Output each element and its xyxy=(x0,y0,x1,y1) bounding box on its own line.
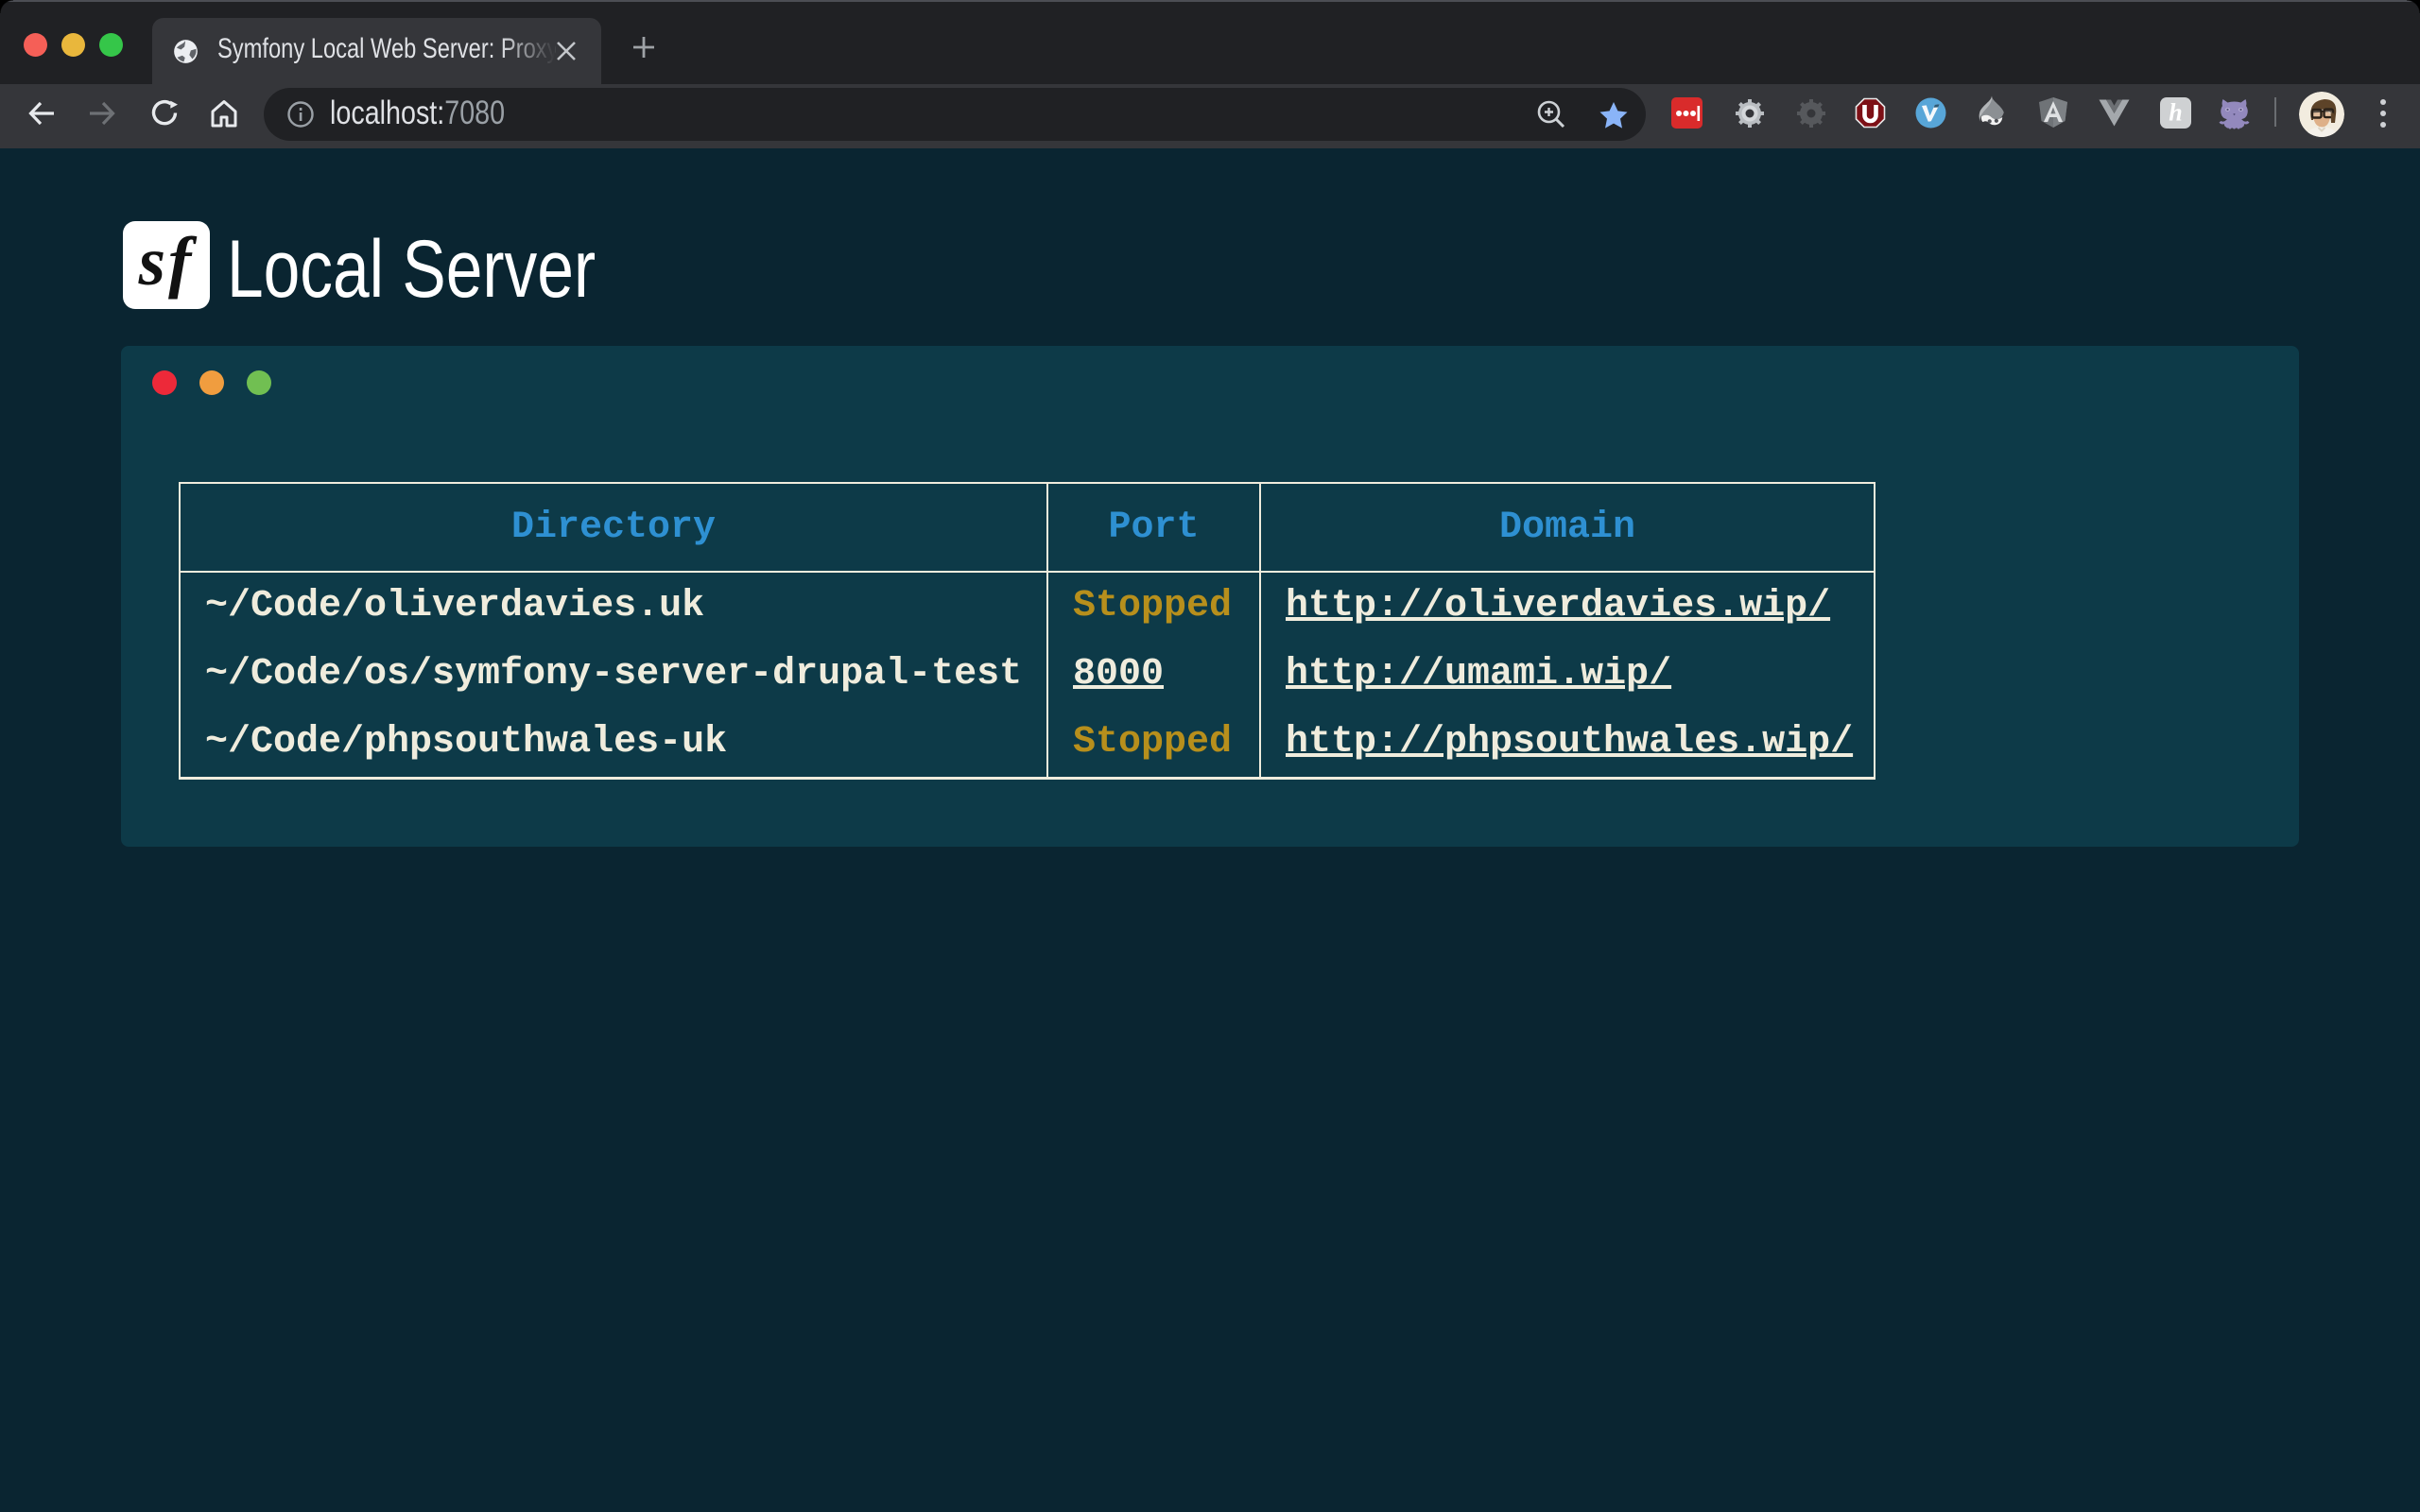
svg-text:h: h xyxy=(2169,99,2182,127)
